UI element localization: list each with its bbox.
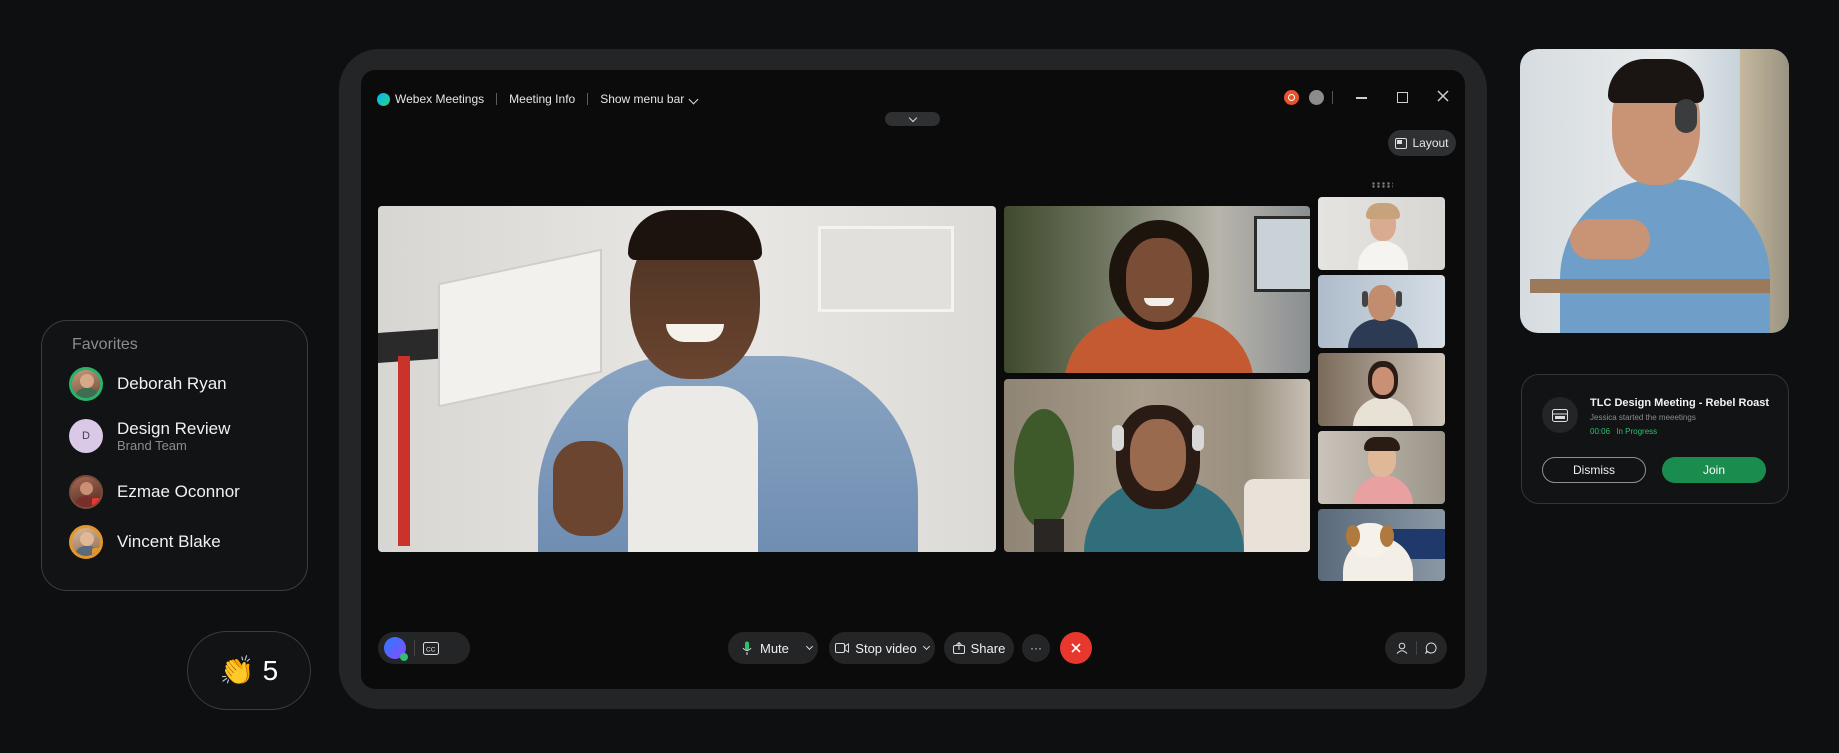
avatar (69, 475, 103, 509)
favorite-item-deborah-ryan[interactable]: Deborah Ryan (69, 367, 227, 401)
end-call-button[interactable] (1060, 632, 1092, 664)
favorite-name: Design Review (117, 419, 231, 438)
favorite-name: Ezmae Oconnor (117, 482, 240, 501)
avatar (69, 525, 103, 559)
ai-assistant-icon[interactable] (384, 637, 408, 661)
favorite-item-ezmae-oconnor[interactable]: Ezmae Oconnor (69, 475, 240, 509)
video-tile-participant-3[interactable] (1004, 379, 1310, 552)
join-button[interactable]: Join (1662, 457, 1766, 483)
clap-icon: 👏 (219, 655, 255, 686)
app-name: Webex Meetings (395, 92, 485, 106)
video-tile-participant-2[interactable] (1004, 206, 1310, 373)
self-view-video[interactable] (1520, 49, 1789, 333)
more-options-button[interactable]: ··· (1022, 634, 1050, 662)
chat-icon[interactable] (1424, 642, 1437, 654)
close-icon (1071, 643, 1081, 653)
chevron-down-icon (688, 94, 699, 105)
favorite-item-vincent-blake[interactable]: Vincent Blake (69, 525, 221, 559)
layout-button[interactable]: Layout (1388, 130, 1456, 156)
chevron-down-icon[interactable] (805, 642, 813, 650)
dismiss-button[interactable]: Dismiss (1542, 457, 1646, 483)
drag-handle-icon[interactable] (1371, 182, 1393, 188)
window-title-bar: Webex Meetings Meeting Info Show menu ba… (377, 90, 699, 108)
status-badge (92, 498, 101, 507)
divider (1332, 91, 1333, 104)
divider (496, 93, 498, 105)
calendar-icon (1542, 397, 1578, 433)
security-icon[interactable] (1309, 90, 1324, 105)
share-label: Share (970, 640, 1006, 656)
meeting-info-button[interactable]: Meeting Info (509, 92, 575, 106)
layout-icon (1395, 137, 1408, 149)
show-menu-bar-label: Show menu bar (600, 92, 685, 106)
show-menu-bar-button[interactable]: Show menu bar (600, 92, 699, 106)
stop-video-label: Stop video (855, 640, 917, 656)
share-icon (952, 642, 965, 654)
meeting-status: In Progress (1616, 427, 1658, 436)
favorites-card: Favorites Deborah Ryan D Design Review B… (41, 320, 308, 591)
participants-icon[interactable] (1396, 642, 1408, 654)
video-camera-icon (835, 643, 850, 653)
status-badge (92, 548, 100, 556)
minimize-icon[interactable] (1356, 88, 1367, 99)
notification-status: 00:06 In Progress (1590, 427, 1657, 436)
favorite-subtitle: Brand Team (117, 438, 187, 453)
video-tile-filmstrip-2[interactable] (1318, 275, 1445, 348)
avatar: D (69, 419, 103, 453)
collapse-tab[interactable] (885, 112, 940, 126)
panel-controls (1385, 632, 1447, 664)
mute-button[interactable]: Mute (728, 632, 818, 664)
layout-label: Layout (1412, 136, 1449, 150)
video-tile-filmstrip-3[interactable] (1318, 353, 1445, 426)
close-icon[interactable] (1436, 89, 1450, 103)
favorite-item-design-review[interactable]: D Design Review Brand Team (69, 419, 230, 453)
favorites-title: Favorites (72, 336, 138, 353)
maximize-icon[interactable] (1397, 92, 1408, 103)
webex-logo-icon (377, 92, 390, 106)
mute-label: Mute (760, 640, 789, 656)
chevron-down-icon (908, 113, 917, 122)
chevron-down-icon[interactable] (922, 642, 930, 650)
stop-video-button[interactable]: Stop video (829, 632, 935, 664)
reaction-counter[interactable]: 👏 5 (187, 631, 311, 710)
svg-text:CC: CC (426, 646, 436, 653)
reaction-count: 5 (262, 654, 279, 686)
closed-captions-icon[interactable]: CC (423, 641, 439, 655)
divider (587, 93, 589, 105)
avatar-initial: D (82, 430, 90, 442)
favorite-name: Deborah Ryan (117, 374, 227, 393)
meeting-elapsed-time: 00:06 (1590, 427, 1611, 436)
avatar (69, 367, 103, 401)
favorite-name: Vincent Blake (117, 532, 221, 551)
video-tile-main-speaker[interactable] (378, 206, 996, 552)
video-tile-filmstrip-1[interactable] (1318, 197, 1445, 270)
video-tile-filmstrip-5[interactable] (1318, 509, 1445, 581)
notification-subtitle: Jessica started the meeetings (1590, 413, 1696, 422)
recording-icon[interactable] (1284, 90, 1299, 105)
video-tile-filmstrip-4[interactable] (1318, 431, 1445, 504)
share-button[interactable]: Share (944, 632, 1014, 664)
assistant-controls: CC (378, 632, 470, 664)
more-icon: ··· (1030, 641, 1042, 655)
meeting-notification: TLC Design Meeting - Rebel Roast Jessica… (1521, 374, 1789, 504)
microphone-icon (742, 641, 752, 655)
notification-title: TLC Design Meeting - Rebel Roast (1590, 397, 1770, 409)
